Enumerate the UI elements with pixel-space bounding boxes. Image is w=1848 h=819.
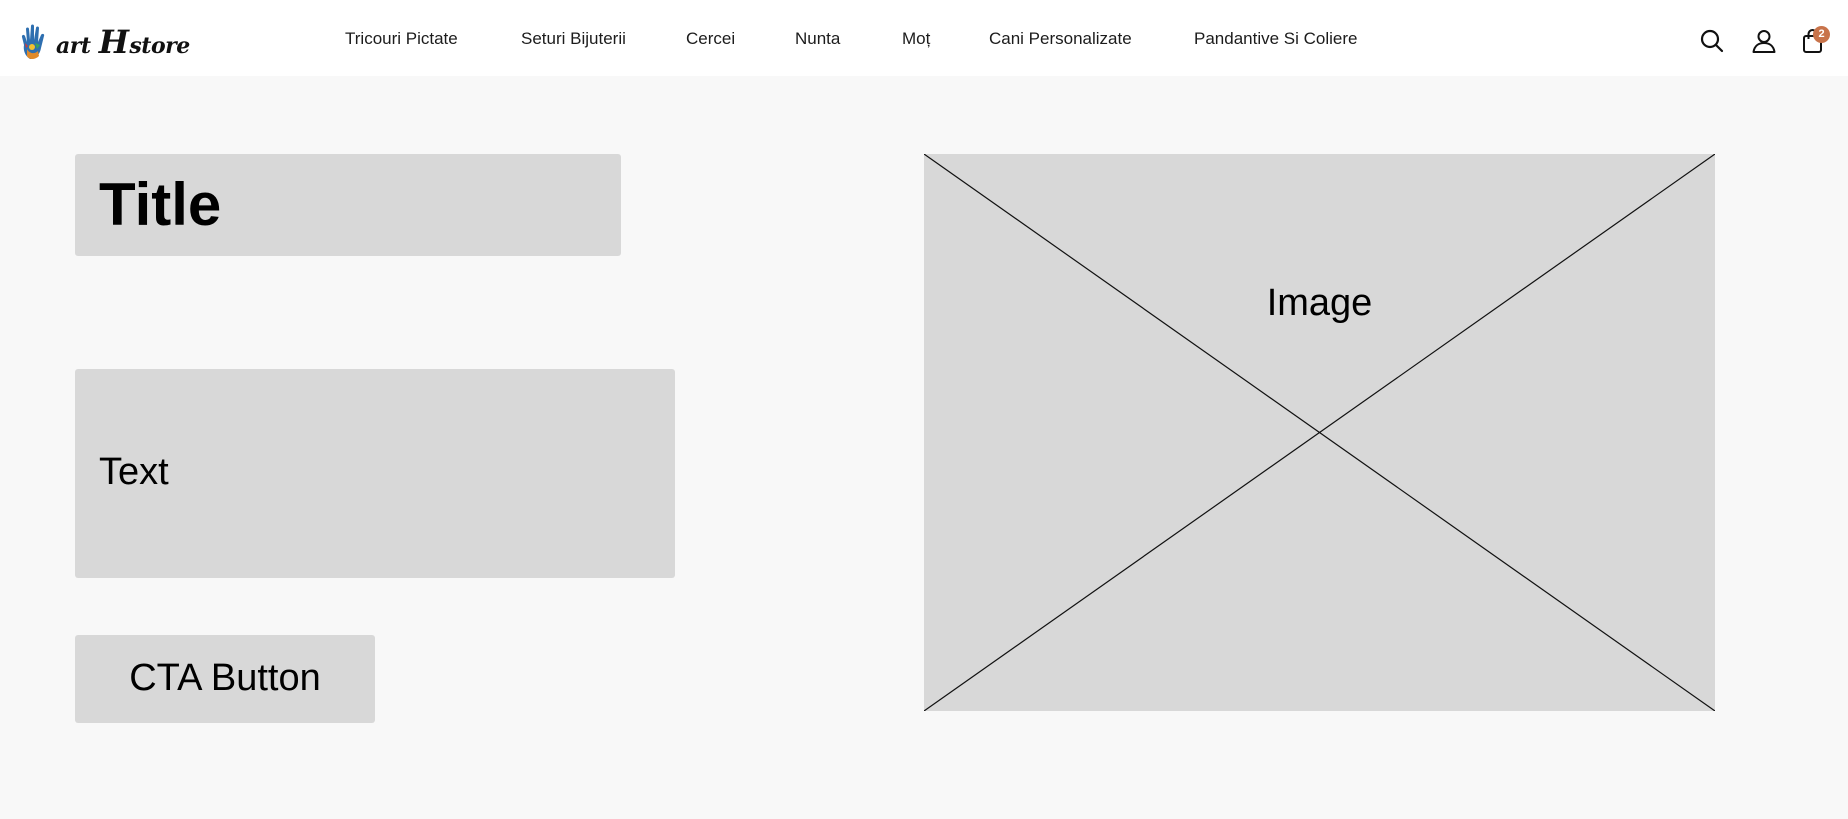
image-placeholder: Image <box>924 154 1715 711</box>
cart-count-badge: 2 <box>1813 26 1830 43</box>
nav-item-nunta[interactable]: Nunta <box>795 29 840 49</box>
nav-item-cercei[interactable]: Cercei <box>686 29 735 49</box>
image-placeholder-cross <box>924 154 1715 711</box>
hero-title: Title <box>99 171 222 238</box>
nav-item-mot[interactable]: Moț <box>902 29 930 49</box>
user-icon[interactable] <box>1751 28 1777 54</box>
cta-button[interactable]: CTA Button <box>75 635 375 723</box>
search-icon[interactable] <box>1699 28 1725 54</box>
logo-wordmark: art Hstore <box>56 23 190 61</box>
nav-item-pandantive-si-coliere[interactable]: Pandantive Si Coliere <box>1194 29 1357 49</box>
nav-item-tricouri-pictate[interactable]: Tricouri Pictate <box>345 29 458 49</box>
cta-button-label: CTA Button <box>129 657 321 699</box>
image-placeholder-label: Image <box>1266 282 1373 324</box>
painted-hand-icon <box>21 24 45 59</box>
title-placeholder: Title <box>75 154 621 256</box>
nav-item-seturi-bijuterii[interactable]: Seturi Bijuterii <box>521 29 626 49</box>
hero-text: Text <box>99 451 169 493</box>
site-header: art Hstore Tricouri Pictate Seturi Bijut… <box>0 0 1848 76</box>
text-placeholder: Text <box>75 369 675 578</box>
nav-item-cani-personalizate[interactable]: Cani Personalizate <box>989 29 1132 49</box>
site-logo[interactable]: art Hstore <box>18 22 190 62</box>
